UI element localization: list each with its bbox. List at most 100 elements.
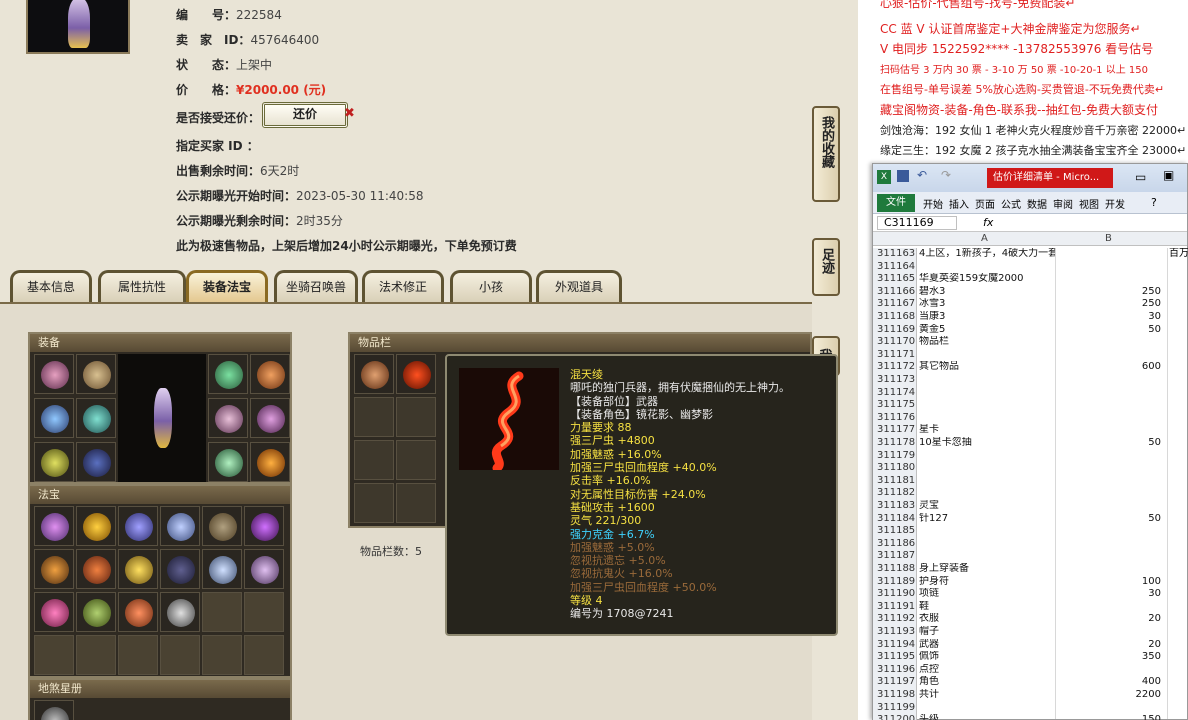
sheet-row[interactable]: 311188 身上穿装备: [873, 563, 1187, 576]
cell-a[interactable]: 当康3: [919, 311, 1055, 324]
ribbon-tab[interactable]: 数据: [1027, 196, 1047, 211]
cell-a[interactable]: 黄金5: [919, 324, 1055, 337]
row-number[interactable]: 311183: [873, 500, 917, 513]
fx-icon[interactable]: fx: [983, 216, 993, 229]
side-tab-favorites[interactable]: 我的收藏: [812, 106, 840, 202]
equip-slot[interactable]: [76, 442, 116, 482]
sheet-row[interactable]: 311173: [873, 374, 1187, 387]
treasure-slot[interactable]: [244, 549, 284, 589]
row-number[interactable]: 311174: [873, 386, 917, 400]
row-number[interactable]: 311163: [873, 248, 917, 261]
equip-slot[interactable]: [250, 442, 290, 482]
row-number[interactable]: 311169: [873, 323, 917, 337]
treasure-slot[interactable]: [76, 549, 116, 589]
row-number[interactable]: 311184: [873, 512, 917, 526]
sheet-row[interactable]: 311164: [873, 260, 1187, 274]
tab-attributes[interactable]: 属性抗性: [98, 270, 186, 302]
tab-spell-correction[interactable]: 法术修正: [362, 270, 444, 302]
row-number[interactable]: 311167: [873, 298, 917, 311]
equip-slot[interactable]: [250, 398, 290, 438]
row-number[interactable]: 311179: [873, 449, 917, 463]
cell-a[interactable]: 头级: [919, 714, 1055, 720]
sheet-row[interactable]: 311179: [873, 449, 1187, 463]
bargain-button[interactable]: 还价: [262, 102, 348, 128]
cell-a[interactable]: 帽子: [919, 626, 1055, 639]
cell-b[interactable]: 50: [1055, 437, 1165, 450]
row-number[interactable]: 311188: [873, 563, 917, 576]
row-number[interactable]: 311164: [873, 260, 917, 274]
cell-b[interactable]: 50: [1055, 324, 1165, 337]
cell-a[interactable]: 佩饰: [919, 651, 1055, 664]
ribbon-file-tab[interactable]: 文件: [877, 194, 915, 212]
row-number[interactable]: 311170: [873, 336, 917, 349]
treasure-slot-empty[interactable]: [118, 635, 158, 675]
sheet-row[interactable]: 311190 项链 30: [873, 588, 1187, 601]
cell-b[interactable]: 400: [1055, 676, 1165, 689]
cell-b[interactable]: 350: [1055, 651, 1165, 664]
ribbon-tab[interactable]: 视图: [1079, 196, 1099, 211]
sheet-row[interactable]: 311178 10星卡忽抽 50: [873, 437, 1187, 450]
treasure-slot-empty[interactable]: [244, 592, 284, 632]
cell-a[interactable]: 灵宝: [919, 500, 1055, 513]
earth-book-slot[interactable]: [34, 700, 74, 720]
tab-child[interactable]: 小孩: [450, 270, 532, 302]
row-number[interactable]: 311165: [873, 273, 917, 286]
sheet-row[interactable]: 311170 物品栏: [873, 336, 1187, 349]
row-number[interactable]: 311192: [873, 613, 917, 626]
sheet-row[interactable]: 311171: [873, 348, 1187, 362]
row-number[interactable]: 311194: [873, 638, 917, 652]
treasure-slot-empty[interactable]: [160, 635, 200, 675]
sheet-row[interactable]: 311172 其它物品 600: [873, 361, 1187, 374]
row-number[interactable]: 311185: [873, 525, 917, 538]
restore-icon[interactable]: ▣: [1163, 168, 1174, 182]
ribbon-tab[interactable]: 开发: [1105, 196, 1125, 211]
treasure-slot[interactable]: [118, 506, 158, 546]
cell-a[interactable]: 鞋: [919, 601, 1055, 614]
treasure-slot-empty[interactable]: [202, 592, 242, 632]
row-number[interactable]: 311171: [873, 348, 917, 362]
save-icon[interactable]: [897, 170, 909, 182]
sheet-row[interactable]: 311166 碧水3 250: [873, 285, 1187, 299]
cell-a[interactable]: 武器: [919, 639, 1055, 652]
cell-b[interactable]: 30: [1055, 588, 1165, 601]
row-number[interactable]: 311173: [873, 374, 917, 387]
inventory-slot-empty[interactable]: [354, 440, 394, 480]
row-number[interactable]: 311172: [873, 361, 917, 374]
ribbon-tab[interactable]: 公式: [1001, 196, 1021, 211]
row-number[interactable]: 311197: [873, 676, 917, 689]
sheet-row[interactable]: 311199: [873, 701, 1187, 715]
cell-b[interactable]: 100: [1055, 576, 1165, 589]
ribbon-tab[interactable]: 插入: [949, 196, 969, 211]
treasure-slot-empty[interactable]: [34, 635, 74, 675]
sheet-row[interactable]: 311174: [873, 386, 1187, 400]
row-number[interactable]: 311166: [873, 285, 917, 299]
inventory-slot[interactable]: [354, 354, 394, 394]
sheet-row[interactable]: 311182: [873, 487, 1187, 500]
cell-b[interactable]: 250: [1055, 286, 1165, 299]
sheet-row[interactable]: 311176: [873, 411, 1187, 425]
sheet-row[interactable]: 311200 头级 150: [873, 714, 1187, 720]
cell-c[interactable]: 百万: [1169, 248, 1188, 261]
sheet-row[interactable]: 311193 帽子: [873, 626, 1187, 639]
sheet-row[interactable]: 311183 灵宝: [873, 500, 1187, 513]
equip-slot[interactable]: [208, 354, 248, 394]
equip-slot[interactable]: [76, 354, 116, 394]
sheet-row[interactable]: 311195 佩饰 350: [873, 651, 1187, 664]
treasure-slot[interactable]: [34, 549, 74, 589]
row-number[interactable]: 311186: [873, 537, 917, 551]
cell-a[interactable]: 护身符: [919, 576, 1055, 589]
treasure-slot[interactable]: [160, 549, 200, 589]
undo-icon[interactable]: ↶: [917, 168, 927, 182]
cell-b[interactable]: 250: [1055, 298, 1165, 311]
equip-slot[interactable]: [76, 398, 116, 438]
row-number[interactable]: 311200: [873, 714, 917, 720]
treasure-slot[interactable]: [76, 592, 116, 632]
cell-b[interactable]: 20: [1055, 613, 1165, 626]
sheet-row[interactable]: 311194 武器 20: [873, 638, 1187, 652]
cell-b[interactable]: 50: [1055, 513, 1165, 526]
sheet-row[interactable]: 311168 当康3 30: [873, 311, 1187, 324]
row-number[interactable]: 311182: [873, 487, 917, 500]
treasure-slot[interactable]: [202, 549, 242, 589]
cell-a[interactable]: 华夏英姿159女魔2000: [919, 273, 1055, 286]
sheet-row[interactable]: 311167 冰雪3 250: [873, 298, 1187, 311]
